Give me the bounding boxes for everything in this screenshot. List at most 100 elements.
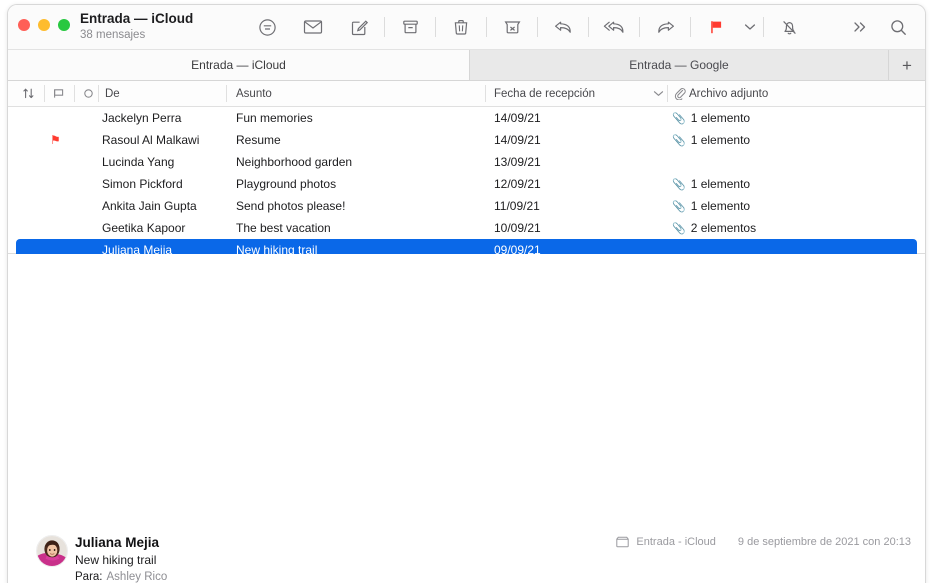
message-mailbox: Entrada - iCloud xyxy=(636,536,716,548)
to-recipient[interactable]: Ashley Rico xyxy=(107,571,168,583)
row-date: 13/09/21 xyxy=(494,151,664,173)
trash-icon[interactable] xyxy=(438,5,484,49)
tab-entrada-google[interactable]: Entrada — Google xyxy=(469,50,889,80)
window-title: Entrada — iCloud xyxy=(80,10,193,27)
message-subject: New hiking trail xyxy=(75,552,167,568)
minimize-button[interactable] xyxy=(38,19,50,31)
toolbar-divider xyxy=(763,17,764,37)
row-attachment-label: 1 elemento xyxy=(691,111,750,125)
chevron-double-right-icon[interactable] xyxy=(841,5,879,49)
column-header-date[interactable]: Fecha de recepción xyxy=(494,81,595,106)
column-header-from[interactable]: De xyxy=(105,81,120,106)
message-sender: Juliana Mejia xyxy=(75,534,167,551)
flag-outline-icon[interactable] xyxy=(52,81,65,106)
avatar xyxy=(36,535,68,567)
row-sender: Ankita Jain Gupta xyxy=(102,195,232,217)
forward-icon[interactable] xyxy=(642,5,688,49)
chevron-down-icon[interactable] xyxy=(739,5,761,49)
message-count: 38 mensajes xyxy=(80,28,193,43)
tab-entrada-icloud[interactable]: Entrada — iCloud xyxy=(8,50,469,80)
mailbox-icon xyxy=(616,536,629,548)
to-label: Para: xyxy=(75,571,103,583)
new-tab-button[interactable]: + xyxy=(889,50,925,80)
paperclip-icon: 📎 xyxy=(672,222,686,235)
message-recipients: Para: Ashley Rico xyxy=(75,569,167,583)
toolbar xyxy=(244,5,812,49)
row-date: 14/09/21 xyxy=(494,107,664,129)
reading-pane: Juliana Mejia New hiking trail Para: Ashl… xyxy=(8,254,925,583)
table-row[interactable]: ⚑ Rasoul Al MalkawiResume 14/09/21 📎 1 eleme… xyxy=(8,129,925,151)
row-attachment-label: 1 elemento xyxy=(691,199,750,213)
flag-icon[interactable]: ⚑ xyxy=(50,134,61,146)
table-row[interactable]: Geetika KapoorThe best vacation 10/09/21 📎… xyxy=(8,217,925,239)
row-attachment-label: 2 elementos xyxy=(691,221,756,235)
toolbar-divider xyxy=(486,17,487,37)
toolbar-divider xyxy=(588,17,589,37)
table-row[interactable]: Simon PickfordPlayground photos 12/09/21 📎… xyxy=(8,173,925,195)
paperclip-icon xyxy=(674,81,686,106)
column-header-attachment[interactable]: Archivo adjunto xyxy=(689,81,768,106)
table-row[interactable]: Lucinda YangNeighborhood garden 13/09/21 xyxy=(8,151,925,173)
title-bar: Entrada — iCloud 38 mensajes xyxy=(8,5,925,50)
row-attachment-label: 1 elemento xyxy=(691,133,750,147)
row-subject: Fun memories xyxy=(236,107,486,129)
row-subject: Send photos please! xyxy=(236,195,486,217)
tab-bar: Entrada — iCloud Entrada — Google + xyxy=(8,50,925,81)
maximize-button[interactable] xyxy=(58,19,70,31)
row-attachment-cell: 📎 1 elemento xyxy=(672,173,872,195)
list-column-header: De Asunto Fecha de recepción Archivo adj… xyxy=(8,81,925,107)
row-attachment-cell: 📎 1 elemento xyxy=(672,129,872,151)
row-sender: Geetika Kapoor xyxy=(102,217,232,239)
row-attachment-cell: 📎 1 elemento xyxy=(672,107,872,129)
toolbar-divider xyxy=(639,17,640,37)
row-sender: Simon Pickford xyxy=(102,173,232,195)
paperclip-icon: 📎 xyxy=(672,178,686,191)
archive-icon[interactable] xyxy=(387,5,433,49)
row-sender: Rasoul Al Malkawi xyxy=(102,129,232,151)
window-controls xyxy=(18,19,70,31)
envelope-icon[interactable] xyxy=(290,5,336,49)
row-subject: The best vacation xyxy=(236,217,486,239)
toolbar-right xyxy=(841,5,917,49)
row-sender: Lucinda Yang xyxy=(102,151,232,173)
paperclip-icon: 📎 xyxy=(672,134,686,147)
reply-icon[interactable] xyxy=(540,5,586,49)
window-title-block: Entrada — iCloud 38 mensajes xyxy=(80,10,193,43)
row-attachment-label: 1 elemento xyxy=(691,177,750,191)
row-attachment-cell: 📎 2 elementos xyxy=(672,217,872,239)
row-date: 14/09/21 xyxy=(494,129,664,151)
compose-icon[interactable] xyxy=(336,5,382,49)
app-root: Entrada — iCloud 38 mensajes xyxy=(0,0,931,583)
column-header-subject[interactable]: Asunto xyxy=(236,81,272,106)
message-header: Juliana Mejia New hiking trail Para: Ashl… xyxy=(75,534,167,583)
flag-icon[interactable] xyxy=(693,5,739,49)
row-subject: Resume xyxy=(236,129,486,151)
message-date: 9 de septiembre de 2021 con 20:13 xyxy=(738,536,911,548)
bell-slash-icon[interactable] xyxy=(766,5,812,49)
junk-icon[interactable] xyxy=(489,5,535,49)
toolbar-divider xyxy=(690,17,691,37)
row-flag-cell: ⚑ xyxy=(50,129,72,151)
message-list[interactable]: Jackelyn PerraFun memories14/09/21📎1 ele… xyxy=(8,107,925,254)
table-row[interactable]: Jackelyn PerraFun memories14/09/21📎1 ele… xyxy=(8,107,925,129)
close-button[interactable] xyxy=(18,19,30,31)
row-date: 12/09/21 xyxy=(494,173,664,195)
row-date: 10/09/21 xyxy=(494,217,664,239)
table-row[interactable]: Ankita Jain GuptaSend photos please! 11/0… xyxy=(8,195,925,217)
row-attachment-cell: 📎1 elemento xyxy=(672,195,872,217)
toolbar-divider xyxy=(384,17,385,37)
row-date: 11/09/21 xyxy=(494,195,664,217)
reply-all-icon[interactable] xyxy=(591,5,637,49)
message-meta: Entrada - iCloud 9 de septiembre de 2021… xyxy=(616,536,911,548)
paperclip-icon: 📎 xyxy=(672,112,686,125)
search-icon[interactable] xyxy=(879,5,917,49)
chevron-down-icon[interactable] xyxy=(653,81,664,106)
mail-window: Entrada — iCloud 38 mensajes xyxy=(7,4,926,583)
sort-arrows-icon[interactable] xyxy=(22,81,35,106)
row-subject: Playground photos xyxy=(236,173,486,195)
filter-icon[interactable] xyxy=(244,5,290,49)
toolbar-divider xyxy=(435,17,436,37)
toolbar-divider xyxy=(537,17,538,37)
row-subject: Neighborhood garden xyxy=(236,151,486,173)
unread-circle-icon[interactable] xyxy=(83,81,94,106)
